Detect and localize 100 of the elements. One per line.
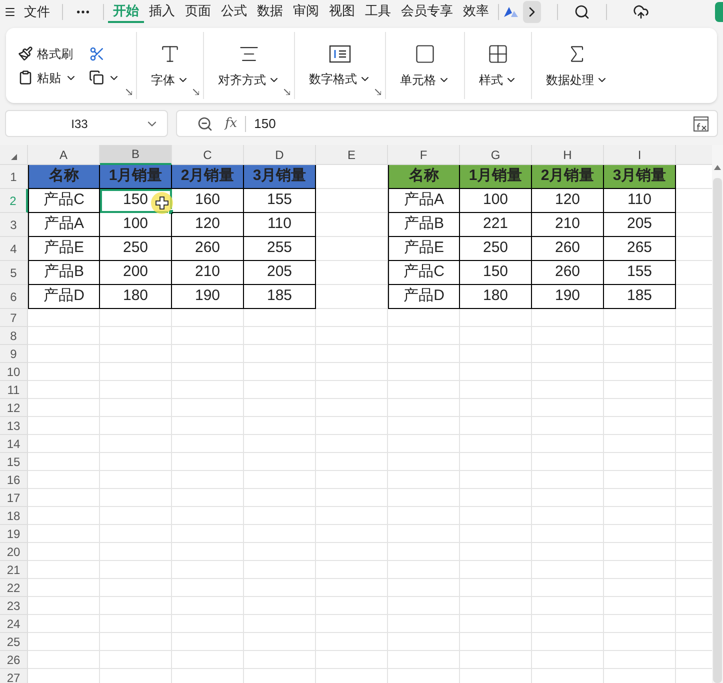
grid-cell[interactable] (244, 327, 316, 345)
grid-cell[interactable] (532, 633, 604, 651)
grid-cell[interactable] (388, 525, 460, 543)
grid-cell[interactable] (388, 435, 460, 453)
ai-logo-icon[interactable] (503, 6, 519, 18)
fx-label[interactable]: fx (225, 114, 238, 134)
expand-icon[interactable] (126, 89, 132, 95)
grid-cell[interactable] (244, 309, 316, 327)
column-header[interactable]: B (100, 145, 172, 165)
grid-cell[interactable] (532, 651, 604, 669)
ribbon-group-button[interactable]: 字体 (151, 70, 175, 88)
ribbon-tab[interactable]: 会员专享 (396, 0, 458, 23)
formula-input[interactable]: 150 (254, 114, 693, 134)
grid-cell[interactable] (316, 327, 388, 345)
grid-cell[interactable] (28, 561, 100, 579)
grid-cell[interactable] (28, 507, 100, 525)
grid-cell[interactable] (604, 453, 676, 471)
row-header[interactable]: 26 (0, 651, 28, 669)
grid-cell[interactable] (244, 489, 316, 507)
table-cell[interactable]: 产品B (28, 261, 100, 285)
table-cell[interactable]: 120 (172, 213, 244, 237)
grid-cell[interactable] (172, 543, 244, 561)
row-header[interactable]: 22 (0, 579, 28, 597)
grid-cell[interactable] (316, 489, 388, 507)
ribbon-group-button[interactable]: 对齐方式 (218, 70, 266, 88)
grid-cell[interactable] (316, 435, 388, 453)
paste-button[interactable]: 粘贴 (37, 68, 61, 86)
grid-cell[interactable] (316, 309, 388, 327)
grid-cell[interactable] (388, 561, 460, 579)
zoom-icon[interactable] (197, 116, 213, 132)
grid-cell[interactable] (316, 453, 388, 471)
grid-cell[interactable] (244, 399, 316, 417)
grid-cell[interactable] (460, 579, 532, 597)
grid-cell[interactable] (460, 651, 532, 669)
grid-cell[interactable] (460, 399, 532, 417)
table-cell[interactable]: 产品C (388, 261, 460, 285)
grid-cell[interactable] (532, 381, 604, 399)
grid-cell[interactable] (244, 615, 316, 633)
ribbon-tab[interactable]: 视图 (324, 0, 360, 23)
table-cell[interactable]: 产品E (388, 237, 460, 261)
grid-cell[interactable] (316, 363, 388, 381)
grid-cell[interactable] (100, 471, 172, 489)
grid-cell[interactable] (172, 615, 244, 633)
ribbon-tab[interactable]: 工具 (360, 0, 396, 23)
grid-cell[interactable] (460, 327, 532, 345)
table-cell[interactable]: 190 (532, 285, 604, 309)
grid-cell[interactable] (172, 345, 244, 363)
grid-cell[interactable] (28, 543, 100, 561)
grid-cell[interactable] (532, 435, 604, 453)
grid-cell[interactable] (28, 363, 100, 381)
grid-cell[interactable] (172, 579, 244, 597)
expand-icon[interactable] (193, 89, 199, 95)
ribbon-group-button[interactable]: 数据处理 (546, 70, 594, 88)
table-cell[interactable]: 110 (244, 213, 316, 237)
grid-cell[interactable] (100, 651, 172, 669)
grid-cell[interactable] (532, 543, 604, 561)
grid-cell[interactable] (532, 417, 604, 435)
grid-cell[interactable] (604, 561, 676, 579)
grid-cell[interactable] (100, 309, 172, 327)
grid-cell[interactable] (316, 345, 388, 363)
grid-cell[interactable] (604, 327, 676, 345)
grid-cell[interactable] (172, 327, 244, 345)
grid-cell[interactable] (388, 543, 460, 561)
search-icon[interactable] (574, 4, 590, 20)
table-cell[interactable]: 250 (460, 237, 532, 261)
grid-cell[interactable] (172, 363, 244, 381)
cut-icon[interactable] (89, 46, 105, 62)
table-cell[interactable]: 160 (172, 189, 244, 213)
grid-cell[interactable] (604, 399, 676, 417)
grid-cell[interactable] (100, 417, 172, 435)
grid-cell[interactable] (460, 597, 532, 615)
row-header[interactable]: 10 (0, 363, 28, 381)
grid-cell[interactable] (532, 507, 604, 525)
grid-cell[interactable] (100, 615, 172, 633)
grid-cell[interactable] (460, 453, 532, 471)
grid-cell[interactable] (100, 633, 172, 651)
grid-cell[interactable] (316, 651, 388, 669)
column-header[interactable]: E (316, 145, 388, 165)
grid-cell[interactable] (388, 507, 460, 525)
grid-cell[interactable] (532, 615, 604, 633)
grid-cell[interactable] (388, 417, 460, 435)
grid-cell[interactable] (100, 579, 172, 597)
row-header[interactable]: 25 (0, 633, 28, 651)
grid-cell[interactable] (604, 471, 676, 489)
grid-cell[interactable] (388, 471, 460, 489)
grid-cell[interactable] (316, 381, 388, 399)
ribbon-tab[interactable]: 效率 (458, 0, 494, 23)
grid-cell[interactable] (388, 345, 460, 363)
grid-cell[interactable] (172, 309, 244, 327)
grid-cell[interactable] (244, 507, 316, 525)
grid-cell[interactable] (100, 561, 172, 579)
grid-cell[interactable] (244, 471, 316, 489)
grid-cell[interactable] (388, 381, 460, 399)
grid-cell[interactable] (388, 615, 460, 633)
row-header[interactable]: 24 (0, 615, 28, 633)
table-cell[interactable]: 180 (100, 285, 172, 309)
table-cell[interactable]: 210 (532, 213, 604, 237)
grid-cell[interactable] (172, 633, 244, 651)
grid-cell[interactable] (316, 471, 388, 489)
grid-cell[interactable] (316, 213, 388, 237)
